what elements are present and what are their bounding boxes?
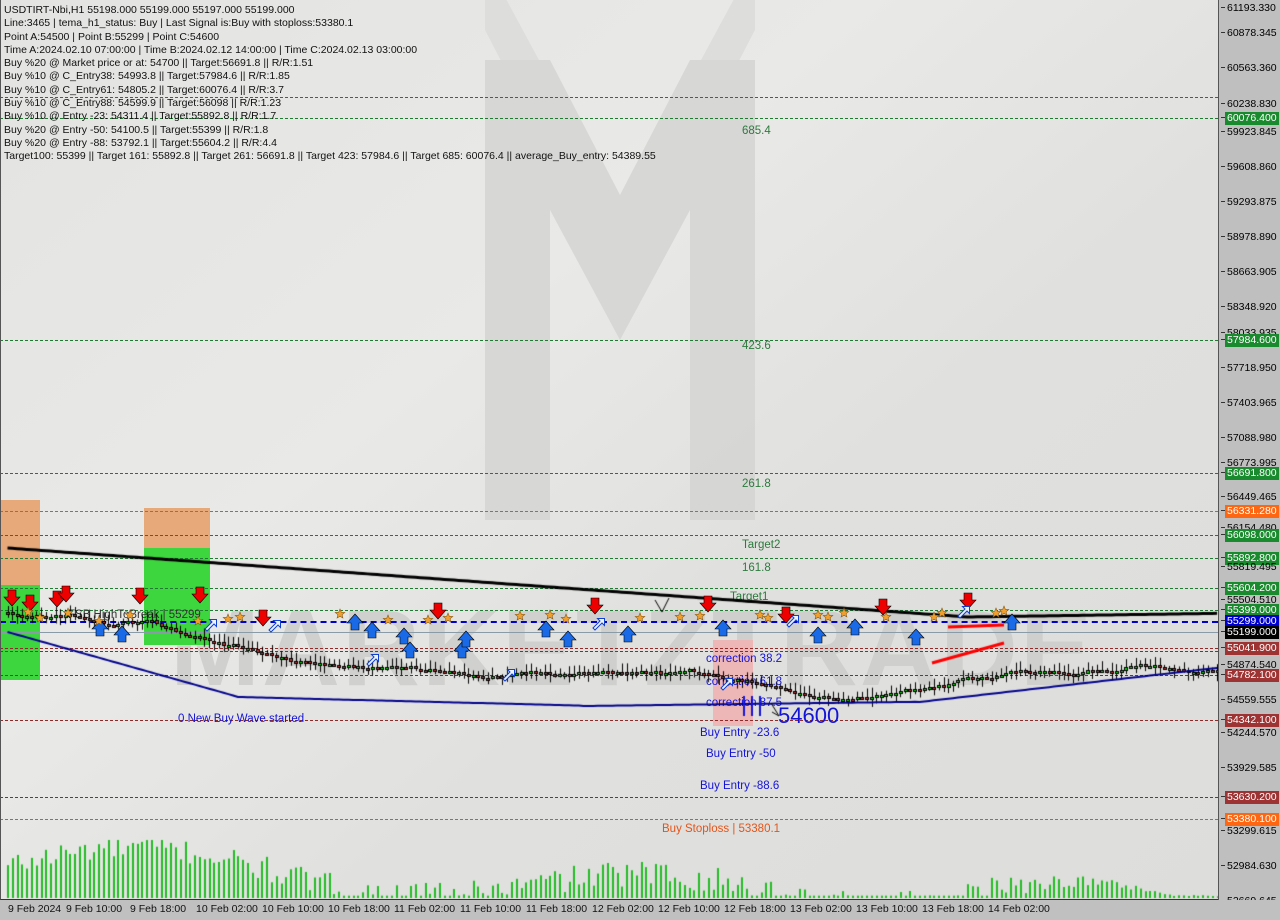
price-tick: 57984.600 [1219,334,1280,347]
price-tick-label: 53299.615 [1227,825,1277,837]
trading-chart-window: MARKETZTRADE 685.4423.6261.8Target2161.8… [0,0,1280,920]
price-tick-label: 60076.400 [1225,112,1279,125]
price-tick: 53929.585 [1219,762,1280,775]
price-tick-label: 58978.890 [1227,231,1277,243]
price-tick-label: 56098.000 [1225,529,1279,542]
price-tick-label: 59293.875 [1227,196,1277,208]
time-tick-label: 9 Feb 2024 [8,903,62,915]
price-tick-label: 54244.570 [1227,727,1277,739]
price-tick-label: 60563.360 [1227,62,1277,74]
price-tick-label: 54559.555 [1227,694,1277,706]
price-tick: 56331.280 [1219,505,1280,518]
price-tick: 59608.860 [1219,161,1280,174]
price-tick-label: 55819.495 [1227,561,1277,573]
price-tick: 53630.200 [1219,791,1280,804]
time-tick-label: 11 Feb 02:00 [394,903,456,915]
price-tick: 57088.980 [1219,432,1280,445]
price-tick-label: 52984.630 [1227,860,1277,872]
price-tick: 58663.905 [1219,266,1280,279]
price-axis[interactable]: 61193.330 60878.345 60563.360 60238.830 6007… [1218,0,1280,907]
time-tick-label: 12 Feb 10:00 [658,903,720,915]
price-tick: 57403.965 [1219,397,1280,410]
time-tick-label: 14 Feb 02:00 [988,903,1050,915]
price-tick: 54244.570 [1219,727,1280,740]
chart-plot-area[interactable]: MARKETZTRADE 685.4423.6261.8Target2161.8… [0,0,1218,900]
price-tick: 59923.845 [1219,126,1280,139]
price-tick-label: 59608.860 [1227,161,1277,173]
price-tick: 60878.345 [1219,27,1280,40]
price-tick: 55041.900 [1219,642,1280,655]
price-tick: 60238.830 [1219,98,1280,111]
price-tick-label: 54782.100 [1225,669,1279,682]
price-tick: 58348.920 [1219,301,1280,314]
time-tick-label: 12 Feb 18:00 [724,903,786,915]
price-tick-label: 56691.800 [1225,467,1279,480]
time-tick-label: 13 Feb 02:00 [790,903,852,915]
time-tick-label: 12 Feb 02:00 [592,903,654,915]
price-tick: 52984.630 [1219,860,1280,873]
time-tick-label: 9 Feb 18:00 [130,903,187,915]
price-tick: 58978.890 [1219,231,1280,244]
price-tick-label: 58348.920 [1227,301,1277,313]
price-tick-label: 59923.845 [1227,126,1277,138]
price-tick-label: 55199.000 [1225,626,1279,639]
price-tick: 56449.465 [1219,491,1280,504]
time-tick-label: 11 Feb 18:00 [526,903,588,915]
time-tick-label: 10 Feb 10:00 [262,903,324,915]
price-tick-label: 61193.330 [1227,2,1276,14]
price-tick-label: 57088.980 [1227,432,1277,444]
time-axis[interactable]: 9 Feb 2024 9 Feb 10:00 9 Feb 18:00 10 Feb 0… [0,900,1280,920]
price-tick: 55199.000 [1219,626,1280,639]
price-tick-label: 53929.585 [1227,762,1277,774]
price-tick: 53299.615 [1219,825,1280,838]
time-tick-label: 9 Feb 10:00 [66,903,123,915]
price-tick-label: 55041.900 [1225,642,1279,655]
price-tick-label: 54342.100 [1225,714,1279,727]
price-tick: 54559.555 [1219,694,1280,707]
time-tick-label: 13 Feb 18:00 [922,903,984,915]
price-tick-label: 60238.830 [1227,98,1277,110]
price-tick-label: 57403.965 [1227,397,1277,409]
time-tick-label: 11 Feb 10:00 [460,903,522,915]
price-tick-label: 57984.600 [1225,334,1279,347]
price-tick-label: 53630.200 [1225,791,1279,804]
time-tick-label: 13 Feb 10:00 [856,903,918,915]
price-tick: 56098.000 [1219,529,1280,542]
price-tick: 60563.360 [1219,62,1280,75]
price-tick: 56691.800 [1219,467,1280,480]
price-tick: 55819.495 [1219,561,1280,574]
price-tick-label: 60878.345 [1227,27,1277,39]
price-tick-label: 57718.950 [1227,362,1277,374]
price-tick: 54782.100 [1219,669,1280,682]
candlestick-series [0,0,1218,900]
price-tick: 61193.330 [1219,2,1280,15]
price-tick-label: 56449.465 [1227,491,1277,503]
price-tick: 59293.875 [1219,196,1280,209]
price-tick-label: 56331.280 [1225,505,1279,518]
price-tick: 60076.400 [1219,112,1280,125]
price-tick: 57718.950 [1219,362,1280,375]
price-tick-label: 58663.905 [1227,266,1277,278]
time-tick-label: 10 Feb 02:00 [196,903,258,915]
price-tick: 54342.100 [1219,714,1280,727]
time-tick-label: 10 Feb 18:00 [328,903,390,915]
